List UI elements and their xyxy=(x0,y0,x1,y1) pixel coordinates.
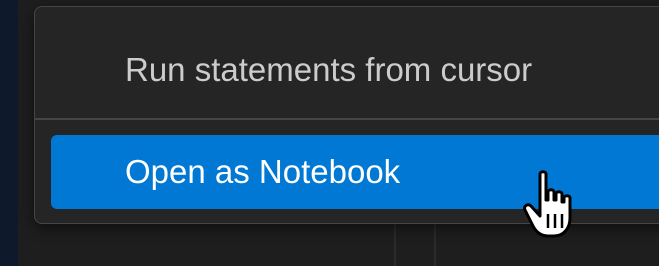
hand-pointer-icon xyxy=(520,170,584,242)
menu-item-label: Run statements from cursor xyxy=(125,51,533,88)
menu-separator xyxy=(35,118,659,120)
editor-divider xyxy=(434,222,436,266)
menu-item-label: Open as Notebook xyxy=(125,153,401,190)
menu-item-run-statements-from-cursor[interactable]: Run statements from cursor xyxy=(51,37,659,103)
editor-divider xyxy=(394,222,396,266)
